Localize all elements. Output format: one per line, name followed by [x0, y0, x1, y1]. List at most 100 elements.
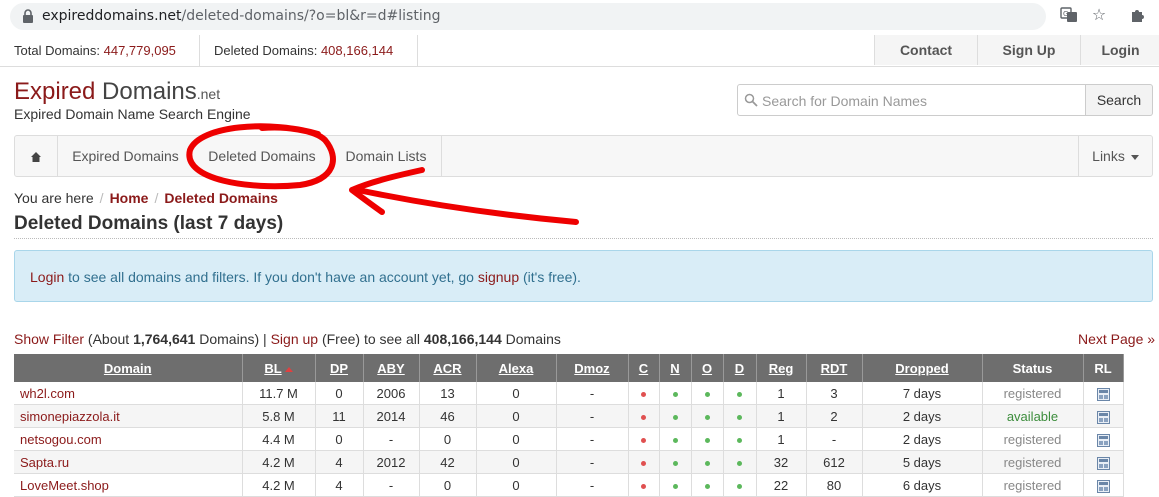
logo-word-domains: Domains: [102, 78, 197, 105]
cell-aby[interactable]: 2012: [363, 450, 420, 474]
column-header-rdt[interactable]: RDT: [806, 354, 863, 382]
cell-bl[interactable]: 4.4 M: [242, 427, 316, 451]
column-header-aby[interactable]: ABY: [363, 354, 420, 382]
column-header-n[interactable]: N: [659, 354, 692, 382]
home-icon: [31, 152, 41, 163]
next-page-link[interactable]: Next Page »: [1078, 331, 1155, 347]
column-header-c[interactable]: C: [628, 354, 660, 382]
contact-button[interactable]: Contact: [874, 35, 977, 65]
cell-rl[interactable]: [1083, 473, 1124, 497]
column-header-dropped[interactable]: Dropped: [862, 354, 983, 382]
column-header-bl[interactable]: BL: [242, 354, 316, 382]
column-header-rl[interactable]: RL: [1083, 354, 1124, 382]
column-header-dp[interactable]: DP: [315, 354, 364, 382]
cell-rl[interactable]: [1083, 450, 1124, 474]
cell-reg[interactable]: 22: [756, 473, 807, 497]
search-button[interactable]: Search: [1086, 84, 1153, 116]
status-dot-icon: [672, 391, 678, 397]
show-filter-link[interactable]: Show Filter: [14, 331, 84, 347]
search-box: [737, 84, 1086, 117]
site-logo[interactable]: Expired Domains.net: [14, 78, 220, 106]
cell-rl[interactable]: [1083, 404, 1124, 428]
signup-button[interactable]: Sign Up: [977, 35, 1080, 65]
breadcrumb-home[interactable]: Home: [110, 190, 149, 206]
cell-acr[interactable]: 0: [419, 473, 477, 497]
cell-domain[interactable]: simonepiazzola.it: [14, 404, 243, 428]
cell-aby[interactable]: 2006: [363, 382, 420, 405]
cell-acr[interactable]: 13: [419, 382, 477, 405]
column-header-d[interactable]: D: [723, 354, 757, 382]
cell-aby[interactable]: -: [363, 427, 420, 451]
cell-reg[interactable]: 32: [756, 450, 807, 474]
nav-domain-lists[interactable]: Domain Lists: [331, 136, 441, 176]
status-dot-icon: [641, 414, 646, 420]
cell-dp[interactable]: 4: [315, 450, 364, 474]
alert-signup-link[interactable]: signup: [478, 269, 519, 285]
column-header-label: Dropped: [895, 360, 949, 376]
cell-bl[interactable]: 4.2 M: [242, 473, 316, 497]
cell-reg[interactable]: 1: [756, 427, 807, 451]
cell-dropped: 2 days: [862, 404, 983, 428]
cell-dp[interactable]: 0: [315, 427, 364, 451]
bookmark-star-icon[interactable]: ☆: [1089, 6, 1109, 26]
search-input[interactable]: [760, 85, 1084, 117]
cell-n: [659, 382, 692, 405]
status-dot-icon: [672, 483, 678, 489]
cell-domain[interactable]: netsogou.com: [14, 427, 243, 451]
status-dot-icon: [704, 483, 710, 489]
cell-acr[interactable]: 42: [419, 450, 477, 474]
cell-dp[interactable]: 4: [315, 473, 364, 497]
breadcrumb-separator: /: [99, 190, 104, 206]
cell-reg[interactable]: 1: [756, 382, 807, 405]
cell-rdt[interactable]: 2: [806, 404, 863, 428]
cell-bl[interactable]: 11.7 M: [242, 382, 316, 405]
cell-aby[interactable]: 2014: [363, 404, 420, 428]
url-text[interactable]: expireddomains.net/deleted-domains/?o=bl…: [42, 8, 440, 24]
column-header-domain[interactable]: Domain: [14, 354, 243, 382]
total-domains-label: Total Domains:: [14, 43, 100, 58]
registrar-link-icon: [1096, 456, 1110, 470]
cell-rdt[interactable]: 612: [806, 450, 863, 474]
cell-rdt[interactable]: -: [806, 427, 863, 451]
column-header-status[interactable]: Status: [982, 354, 1084, 382]
cell-aby[interactable]: -: [363, 473, 420, 497]
alert-login-link[interactable]: Login: [30, 269, 64, 285]
cell-acr[interactable]: 46: [419, 404, 477, 428]
registrar-link-icon: [1096, 433, 1110, 447]
cell-domain[interactable]: LoveMeet.shop: [14, 473, 243, 497]
column-header-acr[interactable]: ACR: [419, 354, 477, 382]
translate-icon[interactable]: G: [1059, 6, 1079, 26]
cell-dropped: 6 days: [862, 473, 983, 497]
nav-deleted-domains[interactable]: Deleted Domains: [193, 136, 331, 176]
table-row: wh2l.com 11.7 M 0 2006 13 0-1 3 7 days registere…: [14, 382, 1124, 405]
cell-bl[interactable]: 5.8 M: [242, 404, 316, 428]
extensions-puzzle-icon[interactable]: [1128, 6, 1148, 26]
column-header-label: Alexa: [498, 360, 534, 376]
cell-dp[interactable]: 0: [315, 382, 364, 405]
signup-link[interactable]: Sign up: [271, 331, 318, 347]
cell-acr[interactable]: 0: [419, 427, 477, 451]
breadcrumb-current[interactable]: Deleted Domains: [164, 190, 278, 206]
cell-rl[interactable]: [1083, 427, 1124, 451]
column-header-dmoz[interactable]: Dmoz: [556, 354, 629, 382]
column-header-alexa[interactable]: Alexa: [476, 354, 557, 382]
column-header-o[interactable]: O: [691, 354, 724, 382]
cell-domain[interactable]: Sapta.ru: [14, 450, 243, 474]
cell-rl[interactable]: [1083, 382, 1124, 405]
cell-n: [659, 450, 692, 474]
cell-o: [691, 427, 724, 451]
nav-links-dropdown[interactable]: Links: [1079, 136, 1152, 176]
cell-dmoz: -: [556, 404, 629, 428]
login-button[interactable]: Login: [1080, 35, 1159, 65]
nav-expired-domains[interactable]: Expired Domains: [58, 136, 193, 176]
cell-bl[interactable]: 4.2 M: [242, 450, 316, 474]
cell-rdt[interactable]: 80: [806, 473, 863, 497]
nav-home[interactable]: [15, 136, 57, 176]
cell-domain[interactable]: wh2l.com: [14, 382, 243, 405]
cell-rdt[interactable]: 3: [806, 382, 863, 405]
status-dot-icon: [641, 437, 646, 443]
column-header-reg[interactable]: Reg: [756, 354, 807, 382]
cell-reg[interactable]: 1: [756, 404, 807, 428]
deleted-domains-value: 408,166,144: [320, 43, 394, 58]
cell-dp[interactable]: 11: [315, 404, 364, 428]
